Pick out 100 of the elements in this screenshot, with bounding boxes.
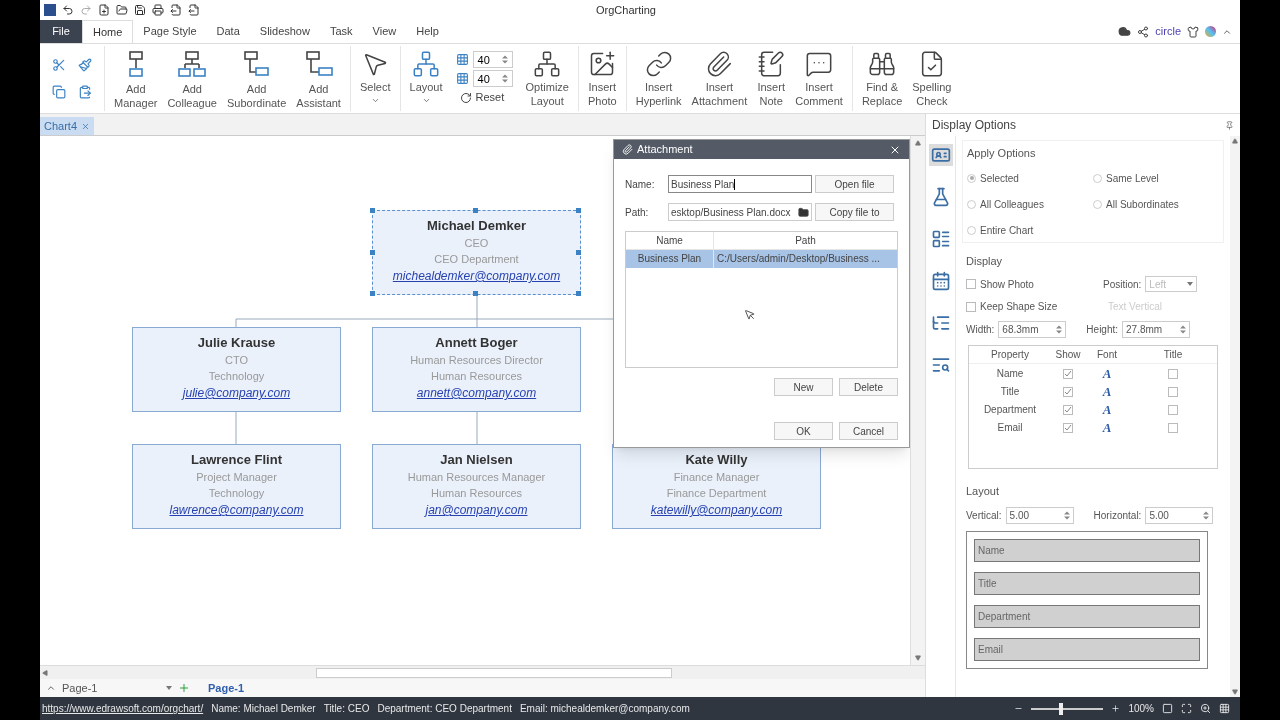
- ribbon-button[interactable]: Add Assistant: [291, 46, 346, 111]
- height-field[interactable]: 27.8mm: [1122, 321, 1191, 338]
- account-button[interactable]: circle: [1155, 23, 1181, 40]
- org-node[interactable]: Kate Willy Finance Manager Finance Department katewilly@company.com: [612, 444, 821, 529]
- zoom-icon[interactable]: [1200, 703, 1211, 714]
- spacing-field[interactable]: 40: [472, 70, 513, 88]
- dialog-button[interactable]: New: [774, 378, 833, 396]
- spinner-arrows-icon[interactable]: [1056, 325, 1063, 334]
- spinner-arrows-icon[interactable]: [1063, 510, 1070, 520]
- ribbon-button[interactable]: Add Colleague: [162, 46, 222, 111]
- scroll-up-icon[interactable]: [1232, 138, 1238, 144]
- resize-handle[interactable]: [473, 208, 478, 213]
- ribbon-button[interactable]: Insert Attachment: [686, 46, 753, 111]
- copy-file-button[interactable]: Copy file to: [815, 203, 894, 221]
- node-email[interactable]: annett@company.com: [416, 384, 537, 402]
- node-email[interactable]: michealdemker@company.com: [392, 267, 561, 285]
- path-field[interactable]: esktop/Business Plan.docx: [668, 203, 812, 221]
- node-email[interactable]: jan@company.com: [425, 501, 528, 519]
- reset-icon[interactable]: [459, 91, 472, 104]
- export-icon[interactable]: [170, 4, 182, 16]
- scroll-left-icon[interactable]: [42, 669, 48, 676]
- ribbon-button[interactable]: Find & Replace: [856, 46, 908, 111]
- org-node[interactable]: Annett Boger Human Resources Director Human Resources annett@company.com: [372, 327, 581, 412]
- checkbox[interactable]: [966, 301, 976, 312]
- org-node[interactable]: Jan Nielsen Human Resources Manager Human Resources jan@company.com: [372, 444, 581, 529]
- folder-icon[interactable]: [798, 206, 809, 218]
- dialog-button[interactable]: Cancel: [839, 422, 898, 440]
- menu-tab[interactable]: Help: [406, 20, 449, 43]
- print-icon[interactable]: [152, 4, 164, 16]
- title-checkbox[interactable]: [1168, 386, 1178, 397]
- export-icon[interactable]: [188, 4, 200, 16]
- checkbox[interactable]: [966, 279, 976, 289]
- zoom-in-icon[interactable]: [1111, 704, 1121, 713]
- menu-tab[interactable]: Page Style: [133, 20, 207, 43]
- new-file-icon[interactable]: [98, 4, 110, 16]
- show-checkbox[interactable]: [1063, 368, 1073, 379]
- cloud-icon[interactable]: [1118, 25, 1132, 38]
- redo-icon[interactable]: [80, 4, 92, 16]
- collapse-icon[interactable]: [46, 683, 56, 693]
- font-button[interactable]: A: [1102, 418, 1112, 438]
- fit-width-icon[interactable]: [1181, 703, 1192, 714]
- node-email[interactable]: julie@company.com: [182, 384, 291, 402]
- name-field[interactable]: Business Plan: [668, 175, 812, 193]
- ribbon-button[interactable]: Insert Hyperlink: [630, 46, 687, 111]
- title-checkbox[interactable]: [1168, 422, 1178, 433]
- zoom-slider[interactable]: [1031, 702, 1104, 715]
- show-checkbox[interactable]: [1063, 404, 1073, 415]
- spinner-arrows-icon[interactable]: [1180, 325, 1187, 334]
- node-email[interactable]: katewilly@company.com: [650, 501, 783, 519]
- resize-handle[interactable]: [370, 250, 375, 255]
- title-checkbox[interactable]: [1168, 368, 1178, 379]
- menu-tab[interactable]: Data: [206, 20, 250, 43]
- org-node[interactable]: Lawrence Flint Project Manager Technology lawrence@company.com: [132, 444, 341, 529]
- scroll-down-icon[interactable]: [1232, 689, 1238, 695]
- node-email[interactable]: lawrence@company.com: [169, 501, 304, 519]
- show-checkbox[interactable]: [1063, 386, 1073, 397]
- menu-tab[interactable]: View: [362, 20, 407, 43]
- attachment-row[interactable]: Business Plan C:/Users/admin/Desktop/Business ...: [626, 250, 897, 268]
- title-checkbox[interactable]: [1168, 404, 1178, 415]
- save-icon[interactable]: [134, 4, 146, 16]
- website-link[interactable]: https://www.edrawsoft.com/orgchart/: [42, 701, 204, 716]
- font-button[interactable]: A: [1102, 400, 1112, 420]
- caret-icon[interactable]: [166, 686, 172, 690]
- pin-icon[interactable]: [1225, 120, 1234, 130]
- paste-icon[interactable]: [78, 84, 92, 99]
- scroll-thumb[interactable]: [316, 667, 672, 678]
- document-tab[interactable]: Chart4: [40, 117, 95, 135]
- dialog-button[interactable]: Delete: [839, 378, 898, 396]
- reset-button[interactable]: Reset: [475, 89, 505, 106]
- spinner-arrows-icon[interactable]: [1203, 510, 1210, 520]
- ribbon-button[interactable]: Add Manager: [109, 46, 163, 111]
- ribbon-button[interactable]: Optimize Layout: [520, 46, 574, 111]
- ribbon-button[interactable]: Add Subordinate: [221, 46, 292, 111]
- menu-tab[interactable]: Home: [82, 20, 134, 43]
- ribbon-button[interactable]: Select: [354, 46, 396, 111]
- file-menu[interactable]: File: [40, 20, 82, 43]
- fit-page-icon[interactable]: [1162, 703, 1173, 714]
- scroll-down-icon[interactable]: [915, 655, 921, 661]
- horizontal-field[interactable]: 5.00: [1145, 506, 1214, 524]
- add-page-icon[interactable]: [178, 682, 190, 694]
- resize-handle[interactable]: [576, 291, 581, 296]
- slider-thumb[interactable]: [1058, 702, 1063, 715]
- resize-handle[interactable]: [370, 208, 375, 213]
- resize-handle[interactable]: [576, 250, 581, 255]
- spacing-field[interactable]: 40: [472, 51, 513, 69]
- menu-tab[interactable]: Slideshow: [249, 20, 320, 43]
- shirt-icon[interactable]: [1187, 25, 1199, 38]
- grid-icon[interactable]: [1219, 703, 1230, 714]
- copy-icon[interactable]: [52, 84, 66, 99]
- ribbon-button[interactable]: Spelling Check: [907, 46, 957, 111]
- share-icon[interactable]: [1137, 25, 1150, 38]
- ribbon-button[interactable]: Layout: [404, 46, 448, 111]
- resize-handle[interactable]: [370, 291, 375, 296]
- page-select[interactable]: Page-1: [62, 679, 172, 697]
- undo-icon[interactable]: [62, 4, 74, 16]
- ribbon-button[interactable]: Insert Comment: [790, 46, 848, 111]
- vertical-field[interactable]: 5.00: [1005, 506, 1074, 524]
- menu-tab[interactable]: Task: [319, 20, 363, 43]
- panel-tab[interactable]: [928, 144, 953, 166]
- dialog-button[interactable]: OK: [774, 422, 833, 440]
